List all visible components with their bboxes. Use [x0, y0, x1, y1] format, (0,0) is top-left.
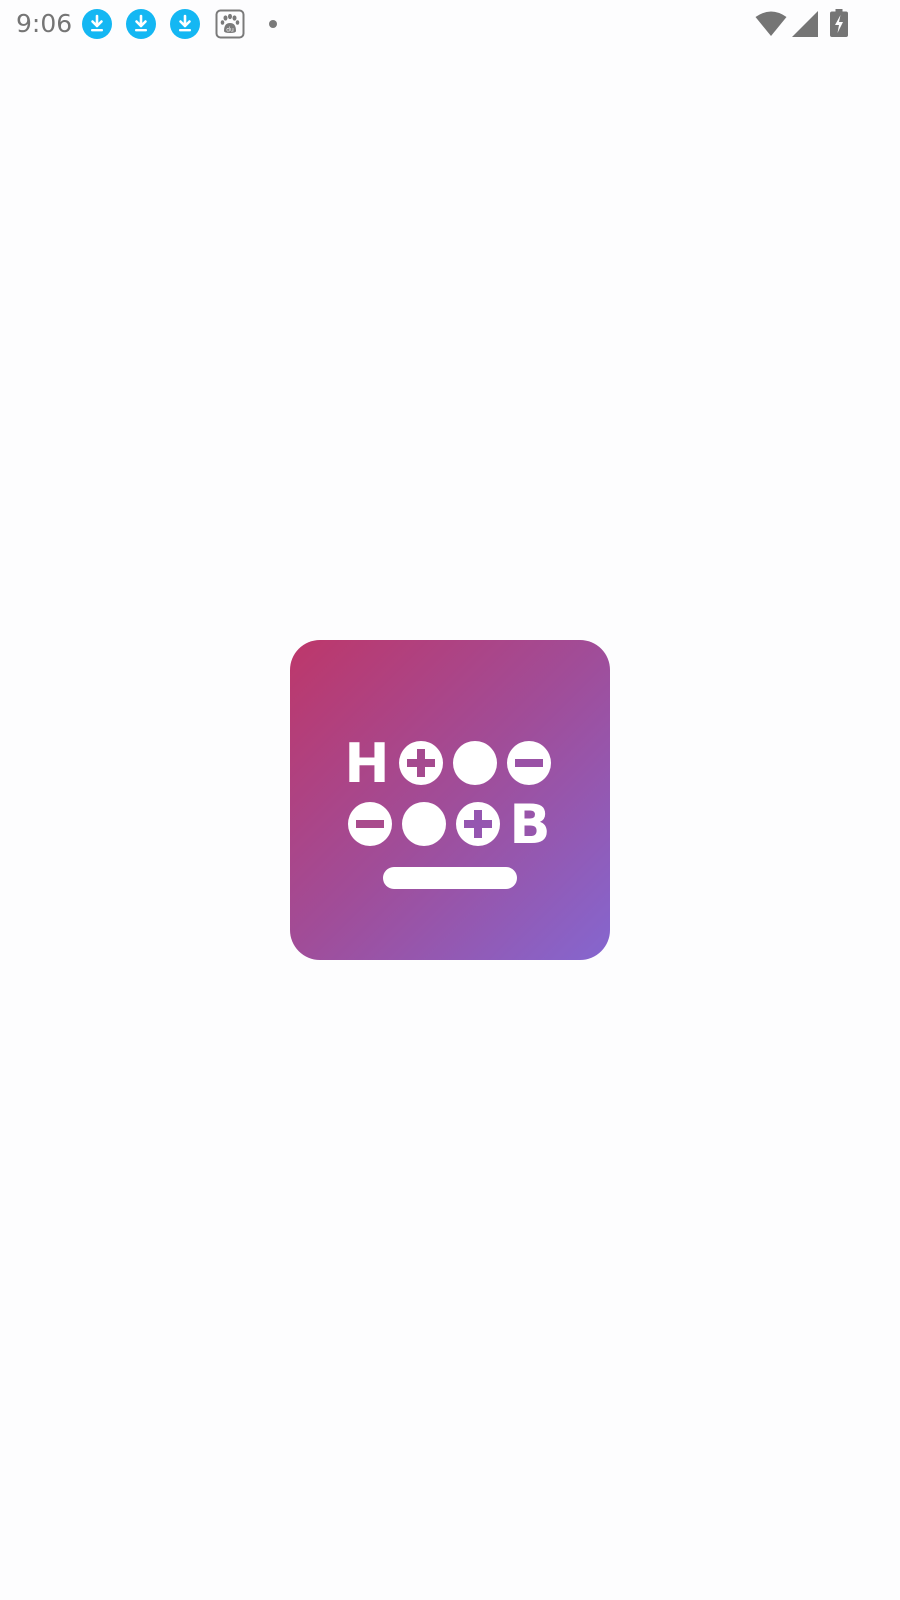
status-bar: 9:06 du: [0, 0, 900, 48]
logo-letter-right: B: [509, 793, 550, 856]
logo-letter-left: H: [344, 732, 389, 795]
download-icon: [170, 9, 200, 39]
battery-charging-icon: [830, 9, 848, 42]
wifi-icon: [755, 11, 787, 42]
app-logo-icon: H B: [290, 640, 610, 960]
baidu-paw-icon: du: [215, 9, 245, 39]
download-icon: [82, 9, 112, 39]
app-logo-glyphs: H B: [344, 732, 551, 889]
cellular-signal-icon: [792, 11, 818, 42]
download-icon: [126, 9, 156, 39]
more-dot-icon: [269, 20, 277, 28]
splash-screen: 9:06 du H B: [0, 0, 900, 1600]
status-time: 9:06: [16, 9, 73, 38]
svg-text:du: du: [226, 27, 234, 34]
